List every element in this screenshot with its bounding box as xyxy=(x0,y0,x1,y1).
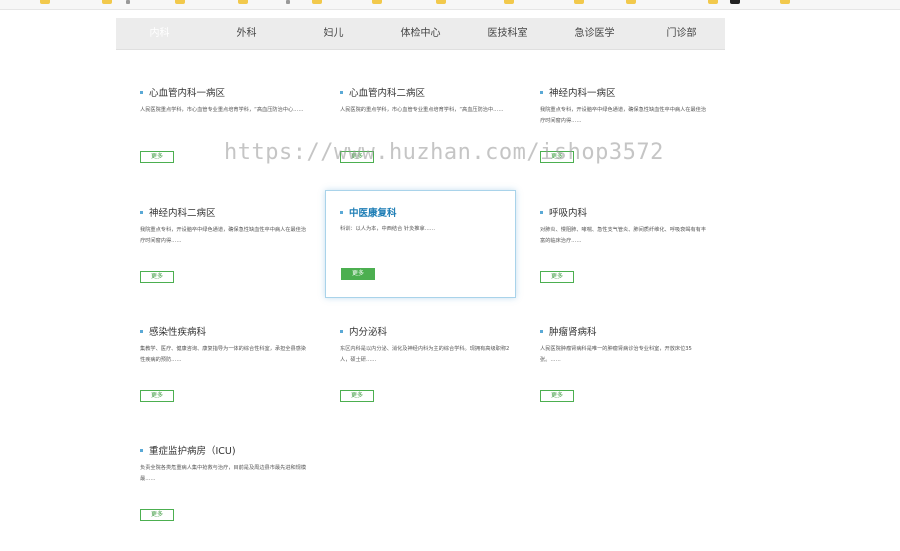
department-card: 神经内科一病区 我院重点专科，开设脑卒中绿色通道，确保急性缺血性卒中病人在最佳治… xyxy=(540,85,730,193)
nav-tab-medical-tech[interactable]: 医技科室 xyxy=(464,18,551,49)
bookmark-icon[interactable] xyxy=(436,0,446,4)
more-button[interactable]: 更多 xyxy=(140,151,174,163)
department-description: 我院重点专科，开设脑卒中绿色通道，确保急性缺血性卒中病人在最佳治疗时间窗内得…… xyxy=(540,107,707,124)
department-title[interactable]: 感染性疾病科 xyxy=(140,324,206,338)
more-button[interactable]: 更多 xyxy=(140,390,174,402)
more-button[interactable]: 更多 xyxy=(540,390,574,402)
bookmark-icon[interactable] xyxy=(730,0,740,4)
bookmark-icon[interactable] xyxy=(708,0,718,4)
department-description: 集教学、医疗、健康咨询、康复指导为一体的综合性科室，承担全县感染性疾病的预防…… xyxy=(140,346,307,363)
nav-tab-checkup-center[interactable]: 体检中心 xyxy=(377,18,464,49)
more-button[interactable]: 更多 xyxy=(340,390,374,402)
department-title[interactable]: 心血管内科一病区 xyxy=(140,85,225,99)
bullet-icon xyxy=(140,211,143,214)
department-title[interactable]: 重症监护病房（ICU) xyxy=(140,443,236,457)
bookmark-icon[interactable] xyxy=(175,0,185,4)
department-title[interactable]: 呼吸内科 xyxy=(540,205,587,219)
bullet-icon xyxy=(540,91,543,94)
department-title[interactable]: 心血管内科二病区 xyxy=(340,85,425,99)
department-title[interactable]: 内分泌科 xyxy=(340,324,387,338)
bullet-icon xyxy=(140,449,143,452)
department-description: 人民医院肿瘤肾病科是唯一的肿瘤肾病诊治专业科室，开放床位35张。…… xyxy=(540,346,692,363)
department-description: 对肺炎、慢阻肺、哮喘、急性支气管炎、肺间质纤维化、呼吸衰竭有有丰富的临床治疗…… xyxy=(540,227,707,244)
nav-tab-surgery[interactable]: 外科 xyxy=(203,18,290,49)
bookmark-icon[interactable] xyxy=(574,0,584,4)
more-button[interactable]: 更多 xyxy=(140,509,174,521)
more-button[interactable]: 更多 xyxy=(341,268,375,280)
department-card: 感染性疾病科 集教学、医疗、健康咨询、康复指导为一体的综合性科室，承担全县感染性… xyxy=(140,324,330,432)
bookmark-icon[interactable] xyxy=(238,0,248,4)
department-description: 负责全院各类危重病人集中抢救与治疗，目前是及周边县市最先进和规模最…… xyxy=(140,465,307,482)
bookmark-icon[interactable] xyxy=(286,0,290,4)
department-card: 心血管内科一病区 人民医院重点学科，市心血管专业重点培育学科，“高血压防治中心…… xyxy=(140,85,330,193)
bookmark-icon[interactable] xyxy=(780,0,790,4)
bookmark-icon[interactable] xyxy=(126,0,130,4)
department-card: 神经内科二病区 我院重点专科，开设脑卒中绿色通道，确保急性缺血性卒中病人在最佳治… xyxy=(140,205,330,313)
more-button[interactable]: 更多 xyxy=(140,271,174,283)
department-description: 人民医院的重点学科，市心血管专业重点培育学科，“高血压防治中…… xyxy=(340,107,504,113)
nav-tab-women-children[interactable]: 妇儿 xyxy=(290,18,377,49)
department-description: 人民医院重点学科，市心血管专业重点培育学科，“高血压防治中心…… xyxy=(140,107,304,113)
department-card: 内分泌科 东区内科是以内分泌、消化及神经内科为主的综合学科。现拥有高级职称2人，… xyxy=(340,324,530,432)
department-card: 心血管内科二病区 人民医院的重点学科，市心血管专业重点培育学科，“高血压防治中…… xyxy=(340,85,530,193)
bookmark-icon[interactable] xyxy=(504,0,514,4)
bookmark-icon[interactable] xyxy=(312,0,322,4)
department-description: 我院重点专科，开设脑卒中绿色通道，确保急性缺血性卒中病人在最佳治疗时间窗内得…… xyxy=(140,227,307,244)
bullet-icon xyxy=(140,91,143,94)
bookmark-icon[interactable] xyxy=(102,0,112,4)
watermark-text: https://www.huzhan.com/ishop3572 xyxy=(224,140,664,165)
department-nav: 内科 外科 妇儿 体检中心 医技科室 急诊医学 门诊部 xyxy=(116,18,725,50)
bullet-icon xyxy=(540,330,543,333)
bullet-icon xyxy=(340,211,343,214)
nav-tab-emergency[interactable]: 急诊医学 xyxy=(551,18,638,49)
bullet-icon xyxy=(540,211,543,214)
bullet-icon xyxy=(340,330,343,333)
bookmarks-bar xyxy=(0,0,900,10)
department-description: 科训：以人为本，中西结合 针灸推拿…… xyxy=(340,226,436,232)
department-title[interactable]: 神经内科二病区 xyxy=(140,205,216,219)
bookmark-icon[interactable] xyxy=(40,0,50,4)
department-card: 肿瘤肾病科 人民医院肿瘤肾病科是唯一的肿瘤肾病诊治专业科室，开放床位35张。……… xyxy=(540,324,730,432)
bookmark-icon[interactable] xyxy=(626,0,636,4)
bookmark-icon[interactable] xyxy=(372,0,382,4)
department-card-hovered[interactable]: 中医康复科 科训：以人为本，中西结合 针灸推拿…… 更多 xyxy=(325,190,516,298)
department-description: 东区内科是以内分泌、消化及神经内科为主的综合学科。现拥有高级职称2人，硕士研…… xyxy=(340,346,510,363)
department-title[interactable]: 肿瘤肾病科 xyxy=(540,324,597,338)
bullet-icon xyxy=(340,91,343,94)
department-card: 重症监护病房（ICU) 负责全院各类危重病人集中抢救与治疗，目前是及周边县市最先… xyxy=(140,443,330,551)
nav-tab-internal-medicine[interactable]: 内科 xyxy=(116,18,203,49)
department-title[interactable]: 神经内科一病区 xyxy=(540,85,616,99)
department-title[interactable]: 中医康复科 xyxy=(340,205,397,219)
department-card: 呼吸内科 对肺炎、慢阻肺、哮喘、急性支气管炎、肺间质纤维化、呼吸衰竭有有丰富的临… xyxy=(540,205,730,313)
bullet-icon xyxy=(140,330,143,333)
more-button[interactable]: 更多 xyxy=(540,271,574,283)
nav-tab-outpatient[interactable]: 门诊部 xyxy=(638,18,725,49)
